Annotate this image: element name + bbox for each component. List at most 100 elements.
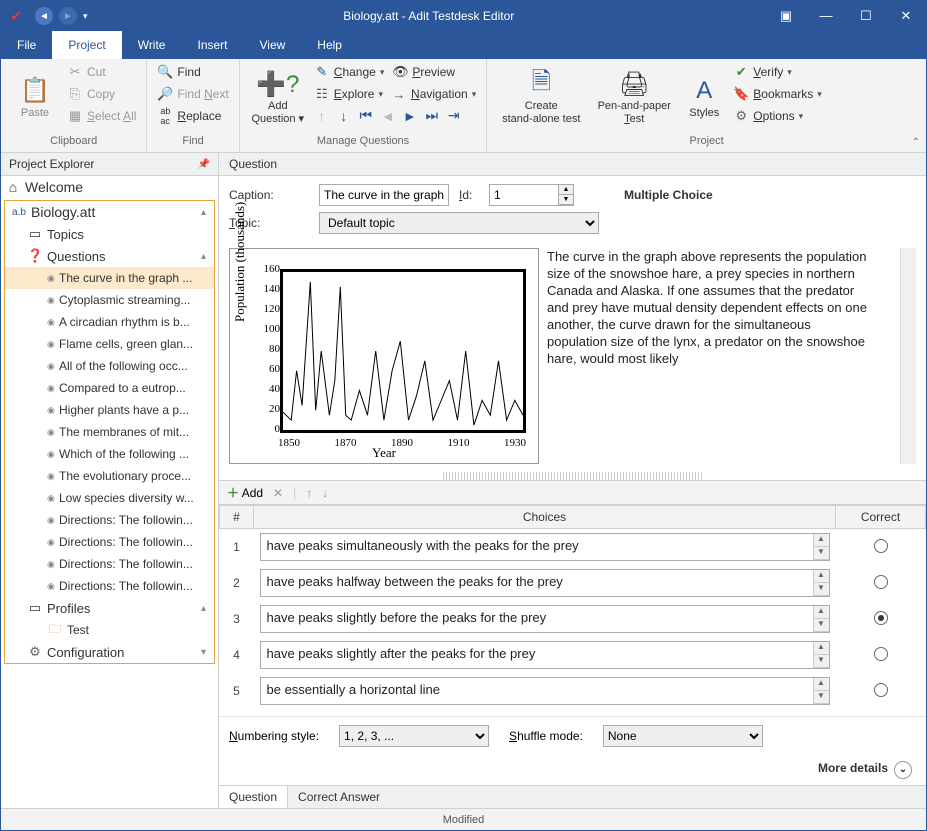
add-choice-button[interactable]: ＋ Add [227, 484, 263, 501]
correct-radio[interactable] [874, 647, 888, 661]
delete-choice-button[interactable]: ✕ [273, 486, 283, 500]
correct-radio[interactable] [874, 575, 888, 589]
spin-up-icon[interactable]: ▲ [814, 570, 829, 583]
history-dropdown[interactable]: ▾ [83, 11, 88, 22]
spin-down-icon[interactable]: ▼ [814, 619, 829, 632]
menu-help[interactable]: Help [301, 31, 358, 59]
collapse-icon[interactable]: ▴ [201, 603, 210, 614]
nav-jump-icon[interactable]: ⇥ [446, 107, 462, 124]
id-input[interactable] [489, 184, 559, 206]
configuration-node[interactable]: ⚙Configuration▾ [5, 641, 214, 663]
question-item[interactable]: ◉All of the following occ... [5, 355, 214, 377]
more-details-button[interactable]: More details⌄ [219, 755, 926, 785]
question-item[interactable]: ◉Flame cells, green glan... [5, 333, 214, 355]
nav-down-icon[interactable]: ↓ [336, 108, 352, 124]
id-spinner[interactable]: ▲▼ [489, 184, 574, 206]
find-next-button[interactable]: 🔎Find Next [153, 83, 232, 105]
paste-button[interactable]: 📋 Paste [7, 61, 63, 133]
expand-icon[interactable]: ▾ [201, 647, 210, 658]
questions-node[interactable]: ❓Questions▴ [5, 245, 214, 267]
caption-input[interactable] [319, 184, 449, 206]
question-item[interactable]: ◉Higher plants have a p... [5, 399, 214, 421]
question-item[interactable]: ◉Directions: The followin... [5, 509, 214, 531]
move-up-button[interactable]: ↑ [306, 486, 312, 500]
menu-project[interactable]: Project [52, 31, 121, 59]
spin-up-icon[interactable]: ▲ [814, 678, 829, 691]
question-item[interactable]: ◉Low species diversity w... [5, 487, 214, 509]
create-standalone-button[interactable]: 🗎 Createstand-alone test [493, 61, 589, 133]
topic-select[interactable]: Default topic [319, 212, 599, 234]
explore-button[interactable]: ☷Explore [310, 83, 387, 105]
find-button[interactable]: 🔍Find [153, 61, 232, 83]
nav-prev-icon[interactable]: ◄ [380, 108, 396, 124]
back-button[interactable]: ◄ [35, 7, 53, 25]
topics-node[interactable]: ▭Topics [5, 223, 214, 245]
correct-radio[interactable] [874, 683, 888, 697]
select-all-button[interactable]: ▦Select All [63, 105, 140, 127]
preview-button[interactable]: 👁Preview [388, 61, 459, 83]
question-item[interactable]: ◉Which of the following ... [5, 443, 214, 465]
scrollbar[interactable] [900, 248, 916, 464]
collapse-icon[interactable]: ▴ [201, 251, 210, 262]
minimize-button[interactable]: — [806, 1, 846, 31]
spin-down-icon[interactable]: ▼ [814, 583, 829, 596]
menu-view[interactable]: View [244, 31, 302, 59]
correct-radio[interactable] [874, 611, 888, 625]
collapse-icon[interactable]: ▴ [201, 207, 210, 218]
file-node[interactable]: a.bBiology.att▴ [5, 201, 214, 223]
tab-correct-answer[interactable]: Correct Answer [288, 786, 390, 808]
maximize-button[interactable]: ☐ [846, 1, 886, 31]
choice-input[interactable]: have peaks simultaneously with the peaks… [260, 533, 830, 561]
spin-down-icon[interactable]: ▼ [814, 691, 829, 704]
question-item[interactable]: ◉Compared to a eutrop... [5, 377, 214, 399]
test-node[interactable]: 🗀Test [5, 619, 214, 641]
question-item[interactable]: ◉Directions: The followin... [5, 531, 214, 553]
spin-up-icon[interactable]: ▲ [814, 606, 829, 619]
choice-input[interactable]: have peaks halfway between the peaks for… [260, 569, 830, 597]
spin-down-icon[interactable]: ▼ [814, 547, 829, 560]
replace-button[interactable]: abacReplace [153, 105, 232, 127]
choice-input[interactable]: have peaks slightly before the peaks for… [260, 605, 830, 633]
profiles-node[interactable]: ▭Profiles▴ [5, 597, 214, 619]
nav-up-icon[interactable]: ↑ [314, 108, 330, 124]
question-item[interactable]: ◉The curve in the graph ... [5, 267, 214, 289]
copy-button[interactable]: ⎘Copy [63, 83, 140, 105]
spin-down-icon[interactable]: ▼ [559, 195, 573, 205]
bookmarks-button[interactable]: 🔖Bookmarks [729, 83, 826, 105]
question-item[interactable]: ◉Directions: The followin... [5, 553, 214, 575]
spin-up-icon[interactable]: ▲ [559, 185, 573, 195]
numbering-select[interactable]: 1, 2, 3, ... [339, 725, 489, 747]
styles-button[interactable]: A Styles [679, 61, 729, 133]
move-down-button[interactable]: ↓ [322, 486, 328, 500]
spin-up-icon[interactable]: ▲ [814, 642, 829, 655]
shuffle-select[interactable]: None [603, 725, 763, 747]
menu-file[interactable]: File [1, 31, 52, 59]
nav-first-icon[interactable]: ⏮ [358, 107, 374, 124]
close-button[interactable]: ✕ [886, 1, 926, 31]
welcome-item[interactable]: ⌂Welcome [1, 176, 218, 198]
splitter-handle[interactable] [443, 472, 703, 480]
question-item[interactable]: ◉Directions: The followin... [5, 575, 214, 597]
choice-input[interactable]: be essentially a horizontal line▲▼ [260, 677, 830, 705]
window-customize-button[interactable]: ▣ [766, 1, 806, 31]
collapse-ribbon-icon[interactable]: ⌃ [912, 137, 920, 148]
add-question-button[interactable]: ➕? AddQuestion ▾ [246, 61, 310, 133]
correct-radio[interactable] [874, 539, 888, 553]
verify-button[interactable]: ✔Verify [729, 61, 826, 83]
choice-input[interactable]: have peaks slightly after the peaks for … [260, 641, 830, 669]
question-item[interactable]: ◉The membranes of mit... [5, 421, 214, 443]
change-button[interactable]: ✎Change [310, 61, 389, 83]
menu-write[interactable]: Write [122, 31, 182, 59]
pin-icon[interactable]: 📌 [198, 159, 210, 170]
question-item[interactable]: ◉Cytoplasmic streaming... [5, 289, 214, 311]
pen-paper-button[interactable]: 🖨 Pen-and-paperTest [589, 61, 679, 133]
question-item[interactable]: ◉The evolutionary proce... [5, 465, 214, 487]
menu-insert[interactable]: Insert [181, 31, 243, 59]
forward-button[interactable]: ► [59, 7, 77, 25]
navigation-button[interactable]: →Navigation [387, 83, 480, 105]
spin-up-icon[interactable]: ▲ [814, 534, 829, 547]
tab-question[interactable]: Question [219, 786, 288, 808]
options-button[interactable]: ⚙Options [729, 105, 826, 127]
question-item[interactable]: ◉A circadian rhythm is b... [5, 311, 214, 333]
nav-next-icon[interactable]: ► [402, 108, 418, 124]
